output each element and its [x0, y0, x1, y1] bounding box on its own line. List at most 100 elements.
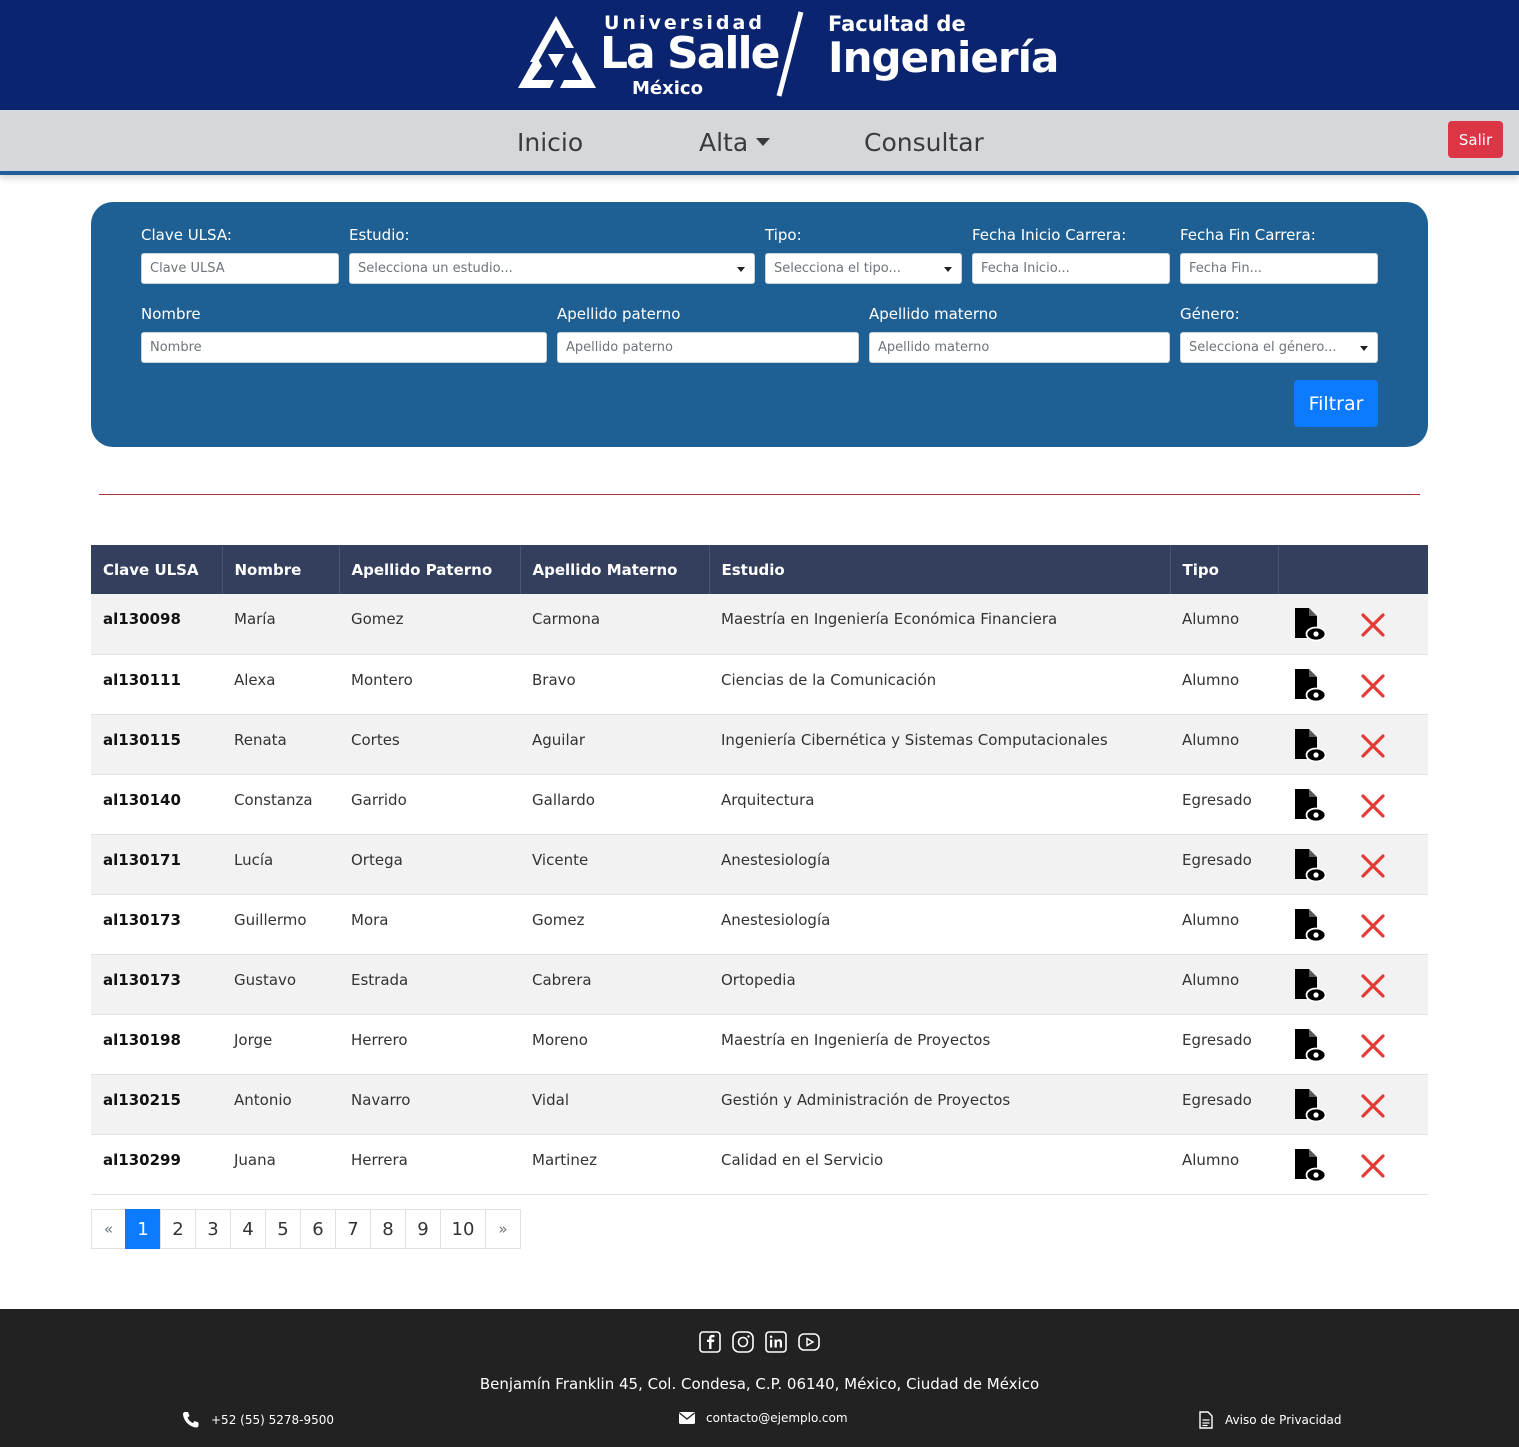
cell-clave: al130215 [103, 1090, 181, 1109]
cell-tipo: Egresado [1182, 790, 1252, 809]
footer-email[interactable]: contacto@ejemplo.com [678, 1411, 848, 1425]
cell-estudio: Calidad en el Servicio [721, 1150, 884, 1169]
cell-clave: al130115 [103, 730, 181, 749]
table-row: al130215 Antonio Navarro Vidal Gestión y Adm… [91, 1074, 1428, 1134]
table-row: al130173 Gustavo Estrada Cabrera Ortopedia Al… [91, 954, 1428, 1014]
label-apellido-materno: Apellido materno [869, 305, 998, 323]
cell-paterno: Estrada [351, 970, 409, 989]
view-document-icon[interactable] [1294, 1088, 1327, 1123]
cell-estudio: Arquitectura [721, 790, 815, 809]
filter-button[interactable]: Filtrar [1294, 380, 1378, 427]
delete-icon[interactable] [1360, 853, 1386, 879]
delete-icon[interactable] [1360, 612, 1386, 638]
university-logo[interactable]: Universidad La Salle México Facultad de … [512, 10, 1059, 102]
page-3[interactable]: 3 [195, 1209, 231, 1249]
tipo-select[interactable]: Selecciona el tipo... [765, 253, 962, 284]
col-header-estudio: Estudio [709, 545, 1171, 594]
youtube-icon[interactable] [798, 1331, 820, 1353]
logo-lasalle: La Salle [600, 28, 780, 79]
logout-button[interactable]: Salir [1448, 121, 1503, 158]
delete-icon[interactable] [1360, 1153, 1386, 1179]
cell-nombre: Juana [234, 1150, 276, 1169]
cell-nombre: Renata [234, 730, 287, 749]
table-row: al130173 Guillermo Mora Gomez Anestesiología… [91, 894, 1428, 954]
linkedin-icon[interactable] [765, 1331, 787, 1353]
instagram-icon[interactable] [732, 1331, 754, 1353]
envelope-icon [679, 1412, 695, 1424]
delete-icon[interactable] [1360, 673, 1386, 699]
cell-tipo: Alumno [1182, 610, 1240, 628]
cell-actions [1278, 834, 1428, 894]
cell-nombre: Lucía [234, 850, 274, 869]
cell-clave: al130299 [103, 1150, 181, 1169]
cell-nombre: Jorge [234, 1030, 273, 1049]
cell-materno: Cabrera [532, 970, 592, 989]
cell-clave: al130171 [103, 850, 181, 869]
delete-icon[interactable] [1360, 913, 1386, 939]
page-6[interactable]: 6 [300, 1209, 336, 1249]
cell-estudio: Anestesiología [721, 910, 831, 929]
page-1[interactable]: 1 [125, 1209, 161, 1249]
results-table: Clave ULSA Nombre Apellido Paterno Apell… [91, 545, 1428, 1195]
cell-tipo: Egresado [1182, 1090, 1252, 1109]
apellido-paterno-input[interactable]: Apellido paterno [557, 332, 859, 363]
page-8[interactable]: 8 [370, 1209, 406, 1249]
nav-alta-dropdown[interactable]: Alta [699, 128, 771, 157]
page-4[interactable]: 4 [230, 1209, 266, 1249]
delete-icon[interactable] [1360, 1033, 1386, 1059]
delete-icon[interactable] [1360, 733, 1386, 759]
label-tipo: Tipo: [765, 226, 802, 244]
cell-clave: al130198 [103, 1030, 181, 1049]
nav-inicio[interactable]: Inicio [517, 128, 583, 157]
cell-paterno: Cortes [351, 730, 400, 749]
page-9[interactable]: 9 [405, 1209, 441, 1249]
page-2[interactable]: 2 [160, 1209, 196, 1249]
cell-paterno: Gomez [351, 610, 404, 628]
social-links [699, 1331, 820, 1353]
nombre-input[interactable]: Nombre [141, 332, 547, 363]
cell-nombre: Alexa [234, 670, 276, 689]
view-document-icon[interactable] [1294, 968, 1327, 1003]
cell-paterno: Garrido [351, 790, 407, 809]
apellido-materno-input[interactable]: Apellido materno [869, 332, 1170, 363]
cell-actions [1278, 1134, 1428, 1194]
estudio-select[interactable]: Selecciona un estudio... [349, 253, 755, 284]
fecha-fin-input[interactable]: Fecha Fin... [1180, 253, 1378, 284]
cell-materno: Gallardo [532, 790, 595, 809]
page-prev[interactable]: « [91, 1209, 126, 1249]
facebook-icon[interactable] [699, 1331, 721, 1353]
cell-materno: Vicente [532, 850, 589, 869]
delete-icon[interactable] [1360, 1093, 1386, 1119]
view-document-icon[interactable] [1294, 848, 1327, 883]
table-header-row: Clave ULSA Nombre Apellido Paterno Apell… [91, 545, 1428, 594]
delete-icon[interactable] [1360, 793, 1386, 819]
view-document-icon[interactable] [1294, 1148, 1327, 1183]
page-7[interactable]: 7 [335, 1209, 371, 1249]
footer-privacy[interactable]: Aviso de Privacidad [1197, 1411, 1341, 1429]
page-next[interactable]: » [485, 1209, 521, 1249]
view-document-icon[interactable] [1294, 1028, 1327, 1063]
cell-paterno: Mora [351, 910, 389, 929]
fecha-inicio-input[interactable]: Fecha Inicio... [972, 253, 1170, 284]
cell-actions [1278, 1074, 1428, 1134]
cell-tipo: Alumno [1182, 670, 1240, 689]
cell-estudio: Maestría en Ingeniería Económica Financi… [721, 610, 1058, 628]
cell-nombre: Antonio [234, 1090, 292, 1109]
view-document-icon[interactable] [1294, 728, 1327, 763]
clave-input[interactable]: Clave ULSA [141, 253, 339, 284]
footer-phone[interactable]: +52 (55) 5278-9500 [181, 1411, 334, 1429]
page-10[interactable]: 10 [440, 1209, 486, 1249]
main-nav: Inicio Alta Consultar Salir [0, 110, 1519, 175]
delete-icon[interactable] [1360, 973, 1386, 999]
table-row: al130115 Renata Cortes Aguilar Ingeniería Ci… [91, 714, 1428, 774]
view-document-icon[interactable] [1294, 908, 1327, 943]
view-document-icon[interactable] [1294, 788, 1327, 823]
cell-actions [1278, 654, 1428, 714]
footer-privacy-text: Aviso de Privacidad [1225, 1413, 1342, 1427]
genero-select[interactable]: Selecciona el género... [1180, 332, 1378, 363]
page-5[interactable]: 5 [265, 1209, 301, 1249]
view-document-icon[interactable] [1294, 668, 1327, 703]
cell-materno: Bravo [532, 670, 576, 689]
view-document-icon[interactable] [1294, 608, 1327, 642]
nav-consultar[interactable]: Consultar [864, 128, 984, 157]
